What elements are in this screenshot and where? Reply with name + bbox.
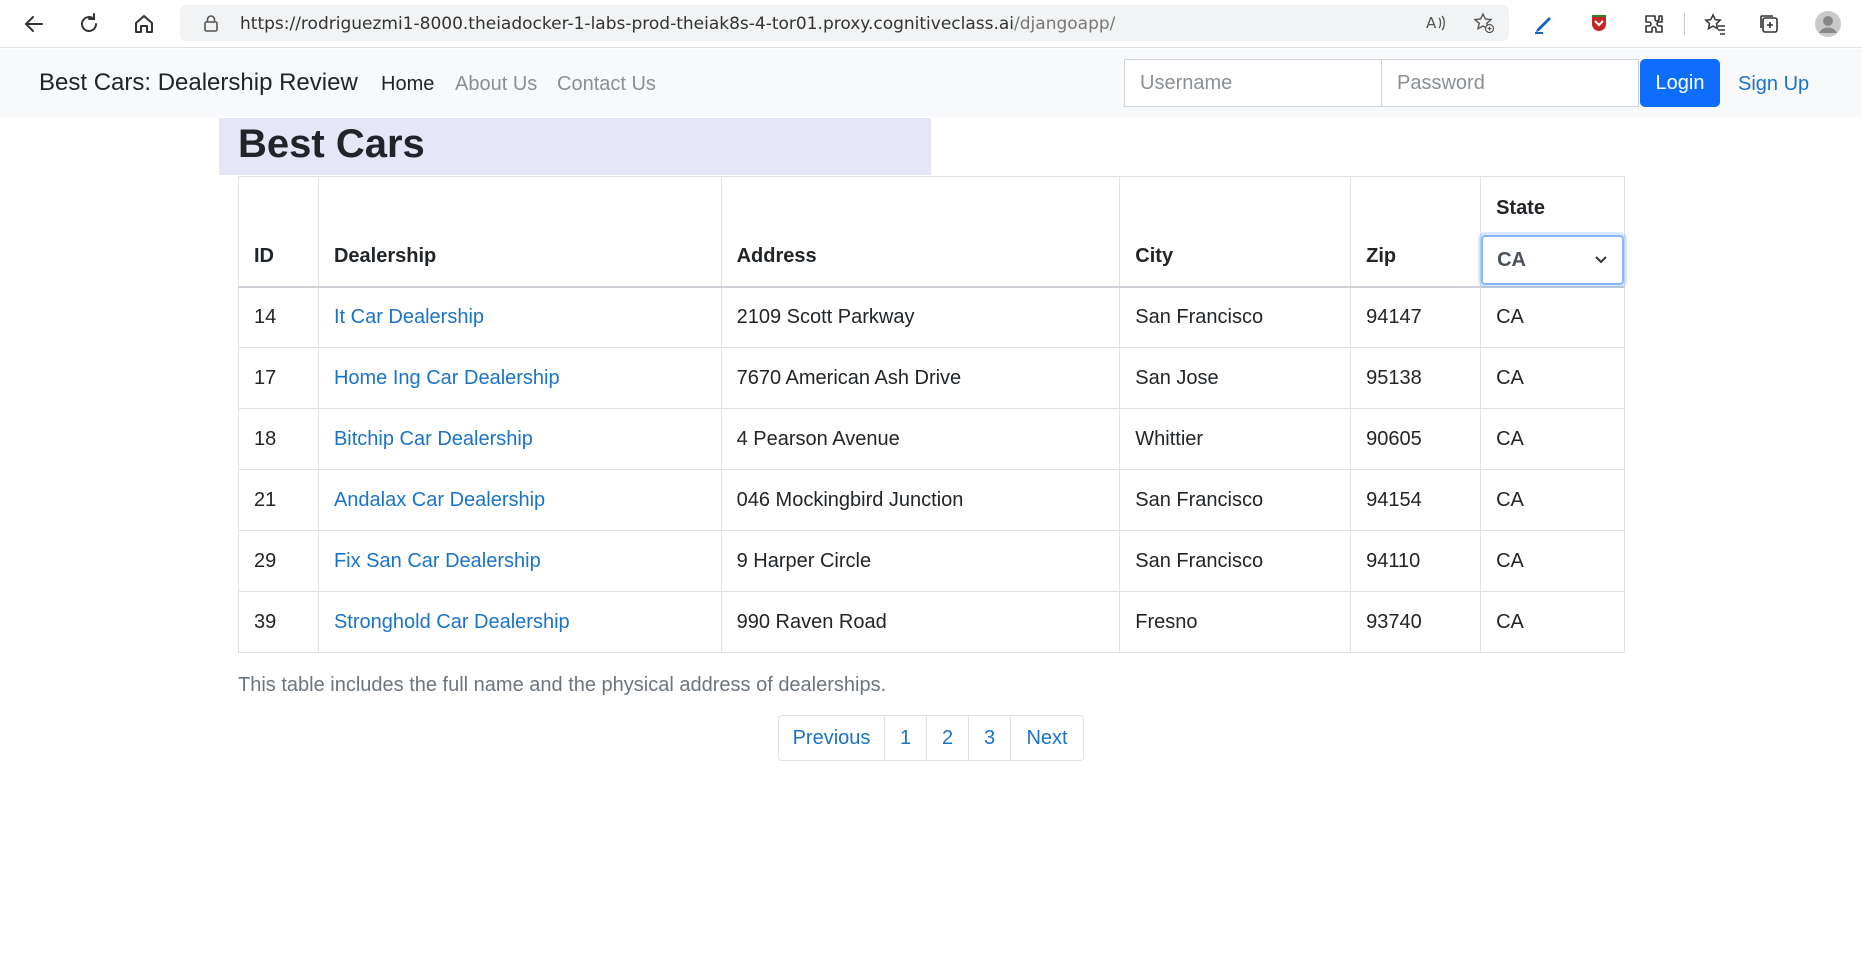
table-row: 39 Stronghold Car Dealership 990 Raven R… xyxy=(238,591,1625,653)
cell-city: San Jose xyxy=(1119,347,1352,409)
cell-state: CA xyxy=(1480,591,1625,653)
state-filter-value: CA xyxy=(1497,248,1526,271)
table-row: 18 Bitchip Car Dealership 4 Pearson Aven… xyxy=(238,408,1625,470)
column-header-state-cell: State CA xyxy=(1480,176,1625,287)
cell-id: 18 xyxy=(238,408,319,470)
cell-zip: 94147 xyxy=(1350,286,1482,348)
column-header-state: State xyxy=(1496,197,1545,219)
dealerships-table: ID Dealership Address City Zip State CA … xyxy=(238,176,1625,653)
cell-id: 14 xyxy=(238,286,319,348)
column-header-id: ID xyxy=(238,176,319,287)
cell-city: Whittier xyxy=(1119,408,1352,470)
pagination-page-1[interactable]: 1 xyxy=(884,715,927,761)
cell-id: 17 xyxy=(238,347,319,409)
column-header-dealership: Dealership xyxy=(317,176,722,287)
read-aloud-icon[interactable]: A xyxy=(1424,11,1448,35)
column-header-address: Address xyxy=(720,176,1121,287)
title-band: Best Cars xyxy=(219,118,931,175)
cell-address: 7670 American Ash Drive xyxy=(720,347,1121,409)
shield-extension-icon[interactable] xyxy=(1583,8,1615,40)
url-path: /djangoapp/ xyxy=(1014,14,1116,34)
address-bar[interactable]: https://rodriguezmi1-8000.theiadocker-1-… xyxy=(180,5,1509,41)
chevron-down-icon xyxy=(1594,249,1608,272)
dealership-link[interactable]: Home Ing Car Dealership xyxy=(334,367,560,389)
collections-icon[interactable] xyxy=(1753,8,1785,40)
cell-address: 990 Raven Road xyxy=(720,591,1121,653)
favorites-icon[interactable] xyxy=(1699,8,1731,40)
cell-zip: 94154 xyxy=(1350,469,1482,531)
column-header-zip: Zip xyxy=(1350,176,1482,287)
page-title: Best Cars xyxy=(238,122,425,166)
pagination-page-3[interactable]: 3 xyxy=(968,715,1011,761)
cell-address: 2109 Scott Parkway xyxy=(720,286,1121,348)
table-row: 21 Andalax Car Dealership 046 Mockingbir… xyxy=(238,469,1625,531)
dealership-link[interactable]: It Car Dealership xyxy=(334,306,484,328)
cell-state: CA xyxy=(1480,530,1625,592)
cell-state: CA xyxy=(1480,469,1625,531)
cell-address: 046 Mockingbird Junction xyxy=(720,469,1121,531)
cell-dealership: Stronghold Car Dealership xyxy=(317,591,722,653)
cell-zip: 93740 xyxy=(1350,591,1482,653)
extensions-icon[interactable] xyxy=(1638,8,1670,40)
add-favorite-icon[interactable] xyxy=(1472,11,1496,35)
login-button[interactable]: Login xyxy=(1640,59,1720,107)
cell-zip: 94110 xyxy=(1350,530,1482,592)
cell-city: San Francisco xyxy=(1119,469,1352,531)
refresh-icon[interactable] xyxy=(73,8,105,40)
password-input[interactable] xyxy=(1381,59,1639,107)
cell-id: 39 xyxy=(238,591,319,653)
cell-dealership: Andalax Car Dealership xyxy=(317,469,722,531)
browser-toolbar: https://rodriguezmi1-8000.theiadocker-1-… xyxy=(0,0,1862,48)
lock-icon[interactable] xyxy=(202,14,220,37)
cell-dealership: Bitchip Car Dealership xyxy=(317,408,722,470)
cell-state: CA xyxy=(1480,286,1625,348)
navbar-brand[interactable]: Best Cars: Dealership Review xyxy=(39,69,358,97)
dealership-link[interactable]: Fix San Car Dealership xyxy=(334,550,541,572)
cell-id: 29 xyxy=(238,530,319,592)
nav-link-about-us[interactable]: About Us xyxy=(455,73,537,96)
pen-extension-icon[interactable] xyxy=(1528,8,1560,40)
cell-dealership: Fix San Car Dealership xyxy=(317,530,722,592)
back-arrow-icon[interactable] xyxy=(18,8,50,40)
table-row: 14 It Car Dealership 2109 Scott Parkway … xyxy=(238,286,1625,348)
dealership-link[interactable]: Andalax Car Dealership xyxy=(334,489,545,511)
table-row: 17 Home Ing Car Dealership 7670 American… xyxy=(238,347,1625,409)
pagination: Previous 1 2 3 Next xyxy=(778,715,1084,761)
cell-zip: 90605 xyxy=(1350,408,1482,470)
state-filter-select[interactable]: CA xyxy=(1481,235,1625,285)
profile-avatar-icon[interactable] xyxy=(1812,8,1844,40)
column-header-city: City xyxy=(1119,176,1352,287)
nav-link-home[interactable]: Home xyxy=(381,73,434,96)
cell-dealership: Home Ing Car Dealership xyxy=(317,347,722,409)
cell-address: 9 Harper Circle xyxy=(720,530,1121,592)
site-navbar: Best Cars: Dealership Review Home About … xyxy=(0,49,1862,117)
cell-zip: 95138 xyxy=(1350,347,1482,409)
url-text: https://rodriguezmi1-8000.theiadocker-1-… xyxy=(240,14,1115,34)
signup-link[interactable]: Sign Up xyxy=(1738,73,1809,96)
cell-dealership: It Car Dealership xyxy=(317,286,722,348)
svg-text:A: A xyxy=(1426,14,1437,32)
url-base: https://rodriguezmi1-8000.theiadocker-1-… xyxy=(240,14,1015,34)
pagination-page-2[interactable]: 2 xyxy=(926,715,969,761)
cell-state: CA xyxy=(1480,408,1625,470)
cell-city: San Francisco xyxy=(1119,530,1352,592)
pagination-previous[interactable]: Previous xyxy=(778,715,885,761)
username-input[interactable] xyxy=(1124,59,1382,107)
table-header-row: ID Dealership Address City Zip State CA xyxy=(238,176,1625,287)
toolbar-divider xyxy=(1684,13,1685,35)
cell-city: San Francisco xyxy=(1119,286,1352,348)
home-icon[interactable] xyxy=(128,8,160,40)
table-caption: This table includes the full name and th… xyxy=(238,674,887,696)
pagination-next[interactable]: Next xyxy=(1010,715,1084,761)
dealership-link[interactable]: Bitchip Car Dealership xyxy=(334,428,533,450)
cell-id: 21 xyxy=(238,469,319,531)
cell-state: CA xyxy=(1480,347,1625,409)
cell-address: 4 Pearson Avenue xyxy=(720,408,1121,470)
cell-city: Fresno xyxy=(1119,591,1352,653)
nav-link-contact-us[interactable]: Contact Us xyxy=(557,73,656,96)
table-row: 29 Fix San Car Dealership 9 Harper Circl… xyxy=(238,530,1625,592)
dealership-link[interactable]: Stronghold Car Dealership xyxy=(334,611,570,633)
